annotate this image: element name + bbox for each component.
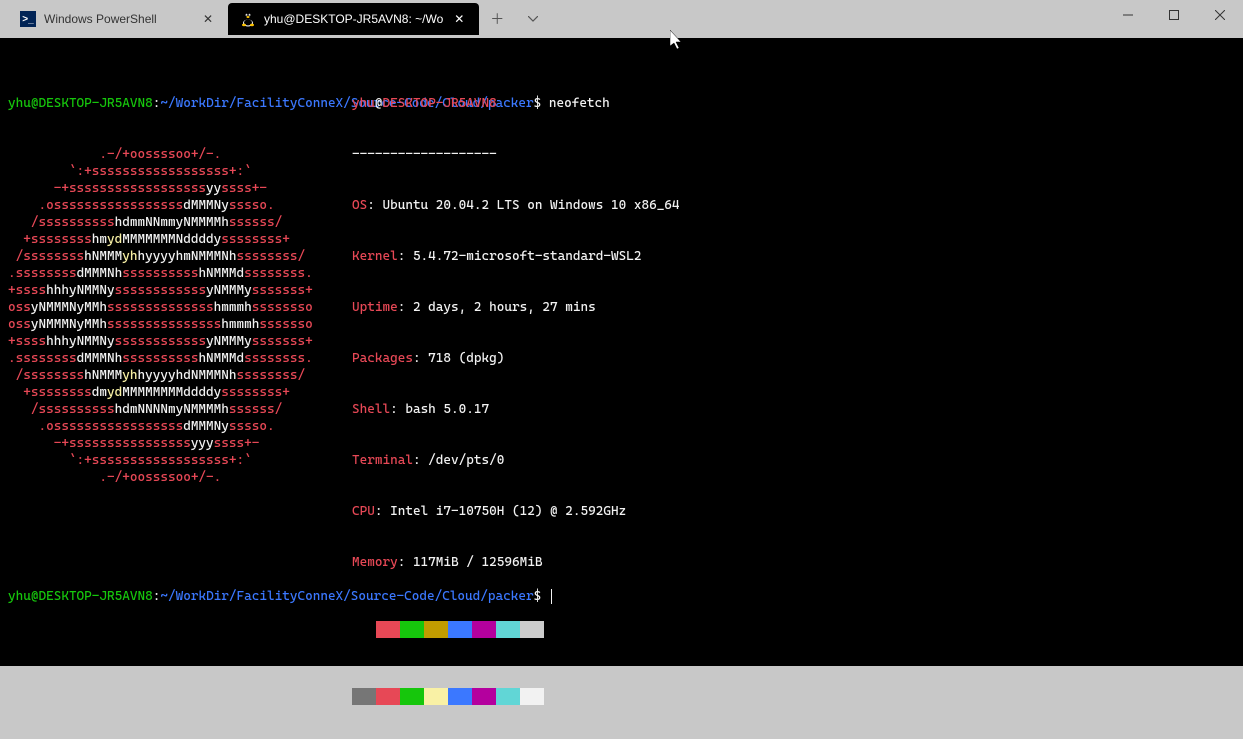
color-swatch [376,621,400,638]
window-controls [1105,0,1243,38]
tab-wsl-active[interactable]: yhu@DESKTOP-JR5AVN8: ~/Wo ✕ [228,3,479,35]
close-window-button[interactable] [1197,0,1243,30]
maximize-button[interactable] [1151,0,1197,30]
terminal-area[interactable]: yhu@DESKTOP-JR5AVN8:~/WorkDir/FacilityCo… [0,38,1243,666]
color-swatch [448,621,472,638]
color-swatch [496,621,520,638]
color-swatch [424,688,448,705]
tab-dropdown-button[interactable] [515,3,551,35]
tab-label: yhu@DESKTOP-JR5AVN8: ~/Wo [264,12,443,26]
color-swatch [520,688,544,705]
tab-powershell[interactable]: >_ Windows PowerShell ✕ [8,3,228,35]
color-swatch [400,688,424,705]
color-swatch [520,621,544,638]
tux-icon [240,11,256,27]
powershell-icon: >_ [20,11,36,27]
tab-label: Windows PowerShell [44,12,192,26]
tab-strip: >_ Windows PowerShell ✕ yhu@DESKTOP-JR5A… [8,0,551,38]
color-swatch [472,621,496,638]
new-tab-button[interactable]: ＋ [479,3,515,35]
close-icon[interactable]: ✕ [451,11,467,27]
color-swatch [376,688,400,705]
minimize-button[interactable] [1105,0,1151,30]
color-swatch [448,688,472,705]
color-swatch [352,621,376,638]
color-swatch [400,621,424,638]
color-swatch [352,688,376,705]
color-swatches-row1 [352,621,680,638]
color-swatches-row2 [352,688,680,705]
color-swatch [424,621,448,638]
neofetch-info: yhu@DESKTOP-JR5AVN8 ------------------- … [352,61,680,739]
titlebar: >_ Windows PowerShell ✕ yhu@DESKTOP-JR5A… [0,0,1243,38]
close-icon[interactable]: ✕ [200,11,216,27]
color-swatch [496,688,520,705]
color-swatch [472,688,496,705]
